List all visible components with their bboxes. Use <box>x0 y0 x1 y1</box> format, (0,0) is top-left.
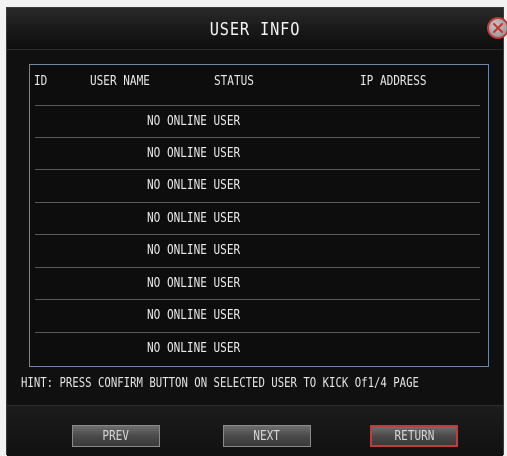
row-status-text: NO ONLINE USER <box>147 340 241 356</box>
return-button-label: RETURN <box>394 428 434 444</box>
button-bar: PREV NEXT RETURN <box>7 405 503 456</box>
table-row[interactable]: NO ONLINE USER <box>35 333 480 366</box>
row-status-text: NO ONLINE USER <box>147 145 241 161</box>
row-status-text: NO ONLINE USER <box>147 275 241 291</box>
row-status-text: NO ONLINE USER <box>147 308 241 323</box>
close-button[interactable] <box>487 17 507 39</box>
table-row[interactable]: NO ONLINE USER <box>35 105 480 138</box>
return-button[interactable]: RETURN <box>370 425 458 447</box>
row-status-text: NO ONLINE USER <box>147 243 241 258</box>
row-status-text: NO ONLINE USER <box>147 114 241 129</box>
user-list-panel: ID USER NAME STATUS IP ADDRESS NO ONLINE… <box>29 64 489 367</box>
close-icon <box>492 22 504 34</box>
column-header-ip-address: IP ADDRESS <box>360 74 427 89</box>
next-button[interactable]: NEXT <box>223 425 311 447</box>
prev-button[interactable]: PREV <box>72 425 160 447</box>
table-row[interactable]: NO ONLINE USER <box>35 235 480 268</box>
title-bar: USER INFO <box>7 8 507 50</box>
hint-text: HINT: PRESS CONFIRM BUTTON ON SELECTED U… <box>21 376 419 391</box>
table-row[interactable]: NO ONLINE USER <box>35 203 480 235</box>
row-status-text: NO ONLINE USER <box>147 210 241 226</box>
table-header: ID USER NAME STATUS IP ADDRESS <box>30 65 488 99</box>
next-button-label: NEXT <box>253 428 281 444</box>
table-row[interactable]: NO ONLINE USER <box>35 138 480 170</box>
user-info-window: USER INFO ID USER NAME STATUS IP ADDRESS… <box>6 7 507 456</box>
table-row[interactable]: NO ONLINE USER <box>35 300 480 333</box>
user-rows: NO ONLINE USER NO ONLINE USER NO ONLINE … <box>30 105 488 365</box>
row-status-text: NO ONLINE USER <box>147 178 241 193</box>
column-header-status: STATUS <box>214 74 254 89</box>
table-row[interactable]: NO ONLINE USER <box>35 170 480 203</box>
table-row[interactable]: NO ONLINE USER <box>35 268 480 300</box>
prev-button-label: PREV <box>102 428 130 444</box>
window-title: USER INFO <box>209 19 301 40</box>
column-header-id: ID <box>34 74 48 89</box>
column-header-user-name: USER NAME <box>90 74 150 89</box>
